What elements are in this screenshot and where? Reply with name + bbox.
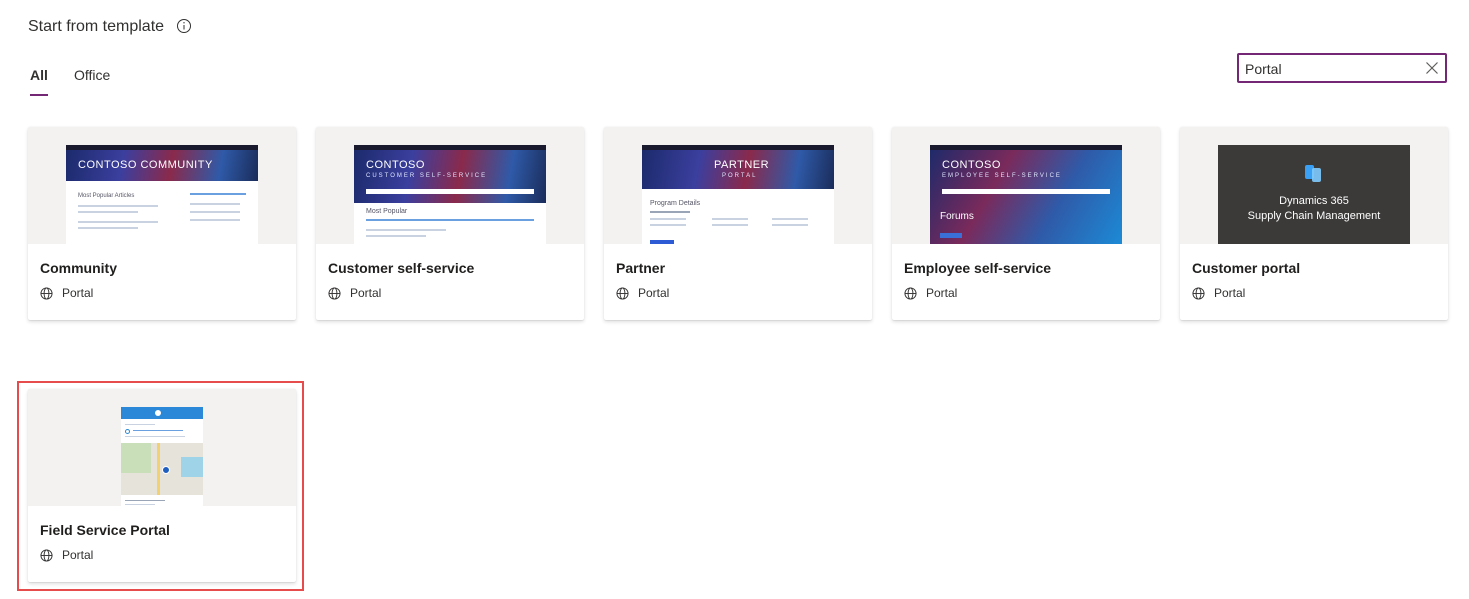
thumbnail-subtitle: Supply Chain Management [1247, 210, 1381, 222]
thumbnail-section: Forums [940, 211, 974, 222]
card-title: Customer self-service [328, 260, 475, 276]
tab-office[interactable]: Office [74, 67, 110, 83]
thumbnail-section: Program Details [650, 200, 701, 207]
info-icon[interactable] [176, 18, 192, 34]
dynamics-logo-icon [1305, 165, 1321, 182]
thumbnail-section: Most Popular Articles [78, 193, 135, 199]
page-title: Start from template [28, 18, 165, 35]
card-title: Customer portal [1192, 260, 1301, 276]
template-thumbnail: CONTOSO CUSTOMER SELF-SERVICE Most Popul… [316, 127, 584, 244]
tab-all[interactable]: All [30, 67, 48, 83]
template-card-employee-self-service[interactable]: CONTOSO EMPLOYEE SELF-SERVICE Forums Emp… [892, 127, 1160, 320]
thumbnail-title: CONTOSO COMMUNITY [78, 159, 213, 171]
globe-icon [40, 287, 53, 300]
template-card-partner[interactable]: PARTNER PORTAL Program Details Partner P… [604, 127, 872, 320]
search-box[interactable] [1237, 53, 1447, 83]
template-thumbnail: CONTOSO EMPLOYEE SELF-SERVICE Forums [892, 127, 1160, 244]
template-card-customer-self-service[interactable]: CONTOSO CUSTOMER SELF-SERVICE Most Popul… [316, 127, 584, 320]
template-thumbnail: Dynamics 365 Supply Chain Management [1180, 127, 1448, 244]
globe-icon [1192, 287, 1205, 300]
active-tab-indicator [30, 94, 48, 96]
globe-icon [904, 287, 917, 300]
close-icon[interactable] [1425, 61, 1439, 75]
template-thumbnail: CONTOSO COMMUNITY Most Popular Articles [28, 127, 296, 244]
thumbnail-title: PARTNER [714, 159, 770, 171]
thumbnail-title: CONTOSO [366, 159, 425, 171]
template-thumbnail: PARTNER PORTAL Program Details [604, 127, 872, 244]
card-title: Community [40, 260, 117, 276]
template-card-community[interactable]: CONTOSO COMMUNITY Most Popular Articles … [28, 127, 296, 320]
selection-highlight [17, 381, 304, 591]
thumbnail-title: CONTOSO [942, 159, 1001, 171]
thumbnail-subtitle: PORTAL [722, 173, 758, 179]
search-input[interactable] [1245, 59, 1415, 79]
thumbnail-section: Most Popular [366, 208, 408, 215]
thumbnail-subtitle: CUSTOMER SELF-SERVICE [366, 173, 488, 179]
card-title: Partner [616, 260, 666, 276]
thumbnail-subtitle: EMPLOYEE SELF-SERVICE [942, 173, 1062, 179]
globe-icon [328, 287, 341, 300]
globe-icon [616, 287, 629, 300]
card-title: Employee self-service [904, 260, 1052, 276]
template-card-customer-portal[interactable]: Dynamics 365 Supply Chain Management Cus… [1180, 127, 1448, 320]
thumbnail-title: Dynamics 365 [1279, 195, 1349, 207]
